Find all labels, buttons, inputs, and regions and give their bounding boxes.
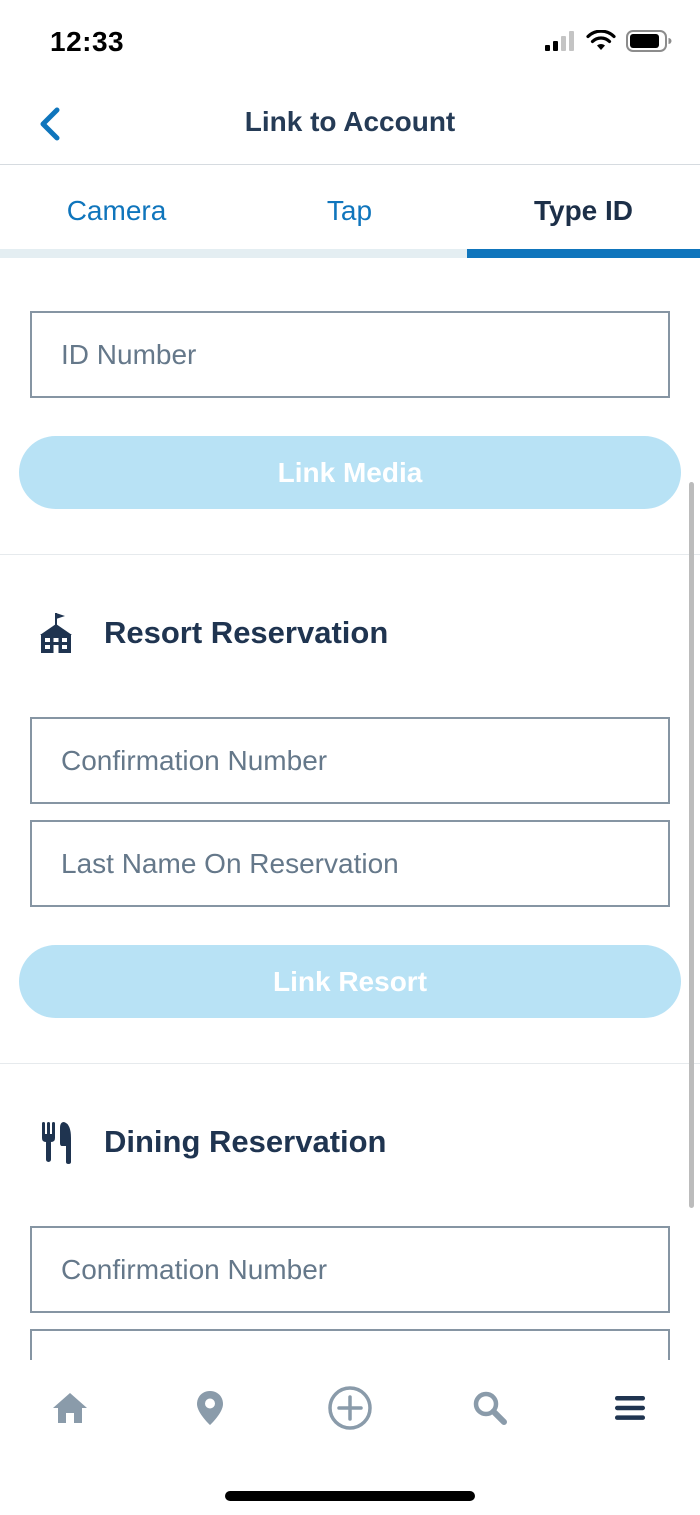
last-name-input[interactable]: Last Name On Reservation [30,820,670,907]
link-media-button[interactable]: Link Media [19,436,681,509]
hotel-icon [38,610,74,656]
resort-reservation-header: Resort Reservation [38,603,388,663]
menu-icon [614,1394,646,1427]
location-pin-icon [195,1389,225,1432]
dining-reservation-title: Dining Reservation [104,1124,387,1159]
link-resort-button[interactable]: Link Resort [19,945,681,1018]
map-tab[interactable] [185,1385,235,1435]
resort-reservation-title: Resort Reservation [104,615,389,650]
scrollbar[interactable] [689,482,694,1208]
dining-reservation-header: Dining Reservation [38,1112,387,1172]
home-indicator[interactable] [225,1491,475,1501]
tab-camera[interactable]: Camera [0,195,233,227]
tab-strip: Camera Tap Type ID [0,165,700,258]
menu-tab[interactable] [605,1385,655,1435]
add-circle-icon [327,1385,373,1436]
resort-confirmation-number-input[interactable]: Confirmation Number [30,717,670,804]
search-icon [472,1390,508,1431]
tab-type-id[interactable]: Type ID [467,195,700,227]
status-icons [544,29,672,57]
wifi-icon [586,29,616,57]
home-icon [51,1391,89,1430]
search-tab[interactable] [465,1385,515,1435]
id-number-input[interactable]: ID Number [30,311,670,398]
tab-active-indicator [467,249,700,258]
battery-icon [626,30,672,57]
signal-icon [544,30,576,57]
add-tab[interactable] [325,1385,375,1435]
status-time: 12:33 [50,26,125,57]
section-divider [0,1063,700,1064]
status-bar: 12:33 [0,0,700,88]
navigation-bar: Link to Account [0,88,700,165]
dining-confirmation-number-input[interactable]: Confirmation Number [30,1226,670,1313]
home-tab[interactable] [45,1385,95,1435]
section-divider [0,554,700,555]
bottom-tab-bar [0,1360,700,1515]
page-title: Link to Account [244,106,456,137]
fork-knife-icon [38,1119,74,1165]
tab-tap[interactable]: Tap [233,195,466,227]
